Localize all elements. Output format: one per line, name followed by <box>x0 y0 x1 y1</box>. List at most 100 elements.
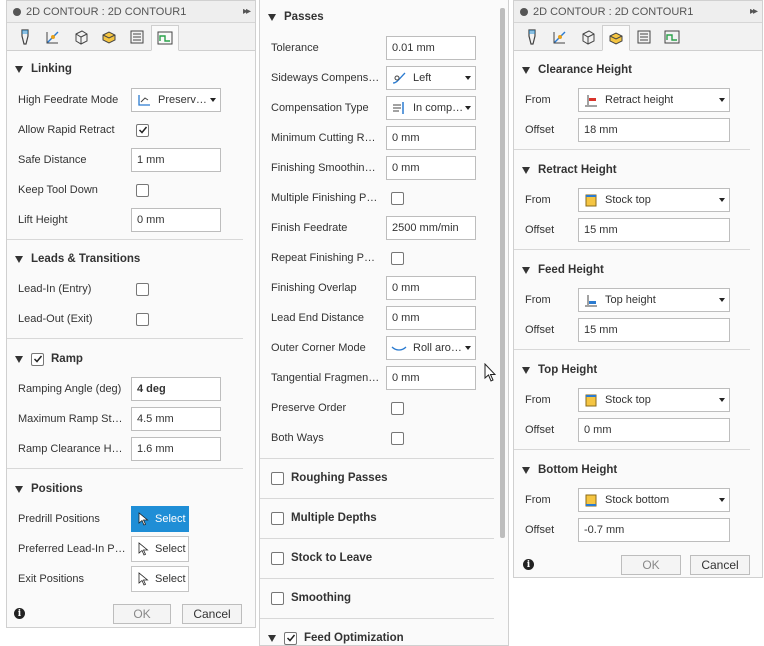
comp-type-dropdown[interactable]: In compu... <box>386 96 476 120</box>
feed-height-header[interactable]: Feed Height <box>514 258 762 282</box>
left-dialog-titlebar: 2D CONTOUR : 2D CONTOUR1 ▸▸ <box>7 1 255 23</box>
chevron-down-icon <box>719 198 725 202</box>
passes-icon <box>102 31 116 44</box>
predrill-select-button[interactable]: Select <box>131 506 189 532</box>
tab-tool[interactable] <box>518 24 546 50</box>
stock-bottom-icon <box>585 494 597 507</box>
stock-to-leave-checkbox[interactable] <box>271 551 284 565</box>
tab-passes[interactable] <box>602 25 630 51</box>
right-dialog: 2D CONTOUR : 2D CONTOUR1 ▸▸ Clearance He… <box>513 0 763 578</box>
comp-type-row: Compensation Type In compu... <box>260 93 508 123</box>
tab-tool[interactable] <box>11 24 39 50</box>
roughing-passes-header[interactable]: Roughing Passes <box>260 466 508 490</box>
retract-offset-input[interactable]: 15 mm <box>578 218 730 242</box>
exit-positions-select-button[interactable]: Select <box>131 566 189 592</box>
passes-header[interactable]: Passes <box>260 5 508 29</box>
ok-button[interactable]: OK <box>113 604 171 624</box>
smoothing-checkbox[interactable] <box>271 591 284 605</box>
safe-distance-input[interactable]: 1 mm <box>131 148 221 172</box>
high-feedrate-dropdown[interactable]: Preserve... <box>131 88 221 112</box>
section-title: Multiple Depths <box>291 512 377 524</box>
repeat-finishing-checkbox[interactable] <box>391 251 404 265</box>
tolerance-input[interactable]: 0.01 mm <box>386 36 476 60</box>
button-label: Select <box>155 513 186 525</box>
stock-top-icon <box>585 194 597 207</box>
smoothing-header[interactable]: Smoothing <box>260 586 508 610</box>
min-cutting-radius-input[interactable]: 0 mm <box>386 126 476 150</box>
ramp-clearance-row: Ramp Clearance Hei... 1.6 mm <box>7 434 255 464</box>
top-height-header[interactable]: Top Height <box>514 358 762 382</box>
max-ramp-step-input[interactable]: 4.5 mm <box>131 407 221 431</box>
heights-icon <box>75 30 88 45</box>
tangential-fragment-input[interactable]: 0 mm <box>386 366 476 390</box>
ramping-angle-input[interactable]: 4 deg <box>131 377 221 401</box>
preferred-lead-in-select-button[interactable]: Select <box>131 536 189 562</box>
keep-tool-down-checkbox[interactable] <box>136 183 149 197</box>
dropdown-value: Stock top <box>605 194 651 206</box>
finishing-overlap-input[interactable]: 0 mm <box>386 276 476 300</box>
lift-height-input[interactable]: 0 mm <box>131 208 221 232</box>
expand-icon[interactable]: ▸▸ <box>243 6 251 17</box>
dropdown-value: In compu... <box>413 102 465 114</box>
linking-header[interactable]: Linking <box>7 57 255 81</box>
info-icon[interactable]: i <box>14 608 25 619</box>
tab-linking-list[interactable] <box>123 24 151 50</box>
clearance-from-row: From Retract height <box>514 85 762 115</box>
feed-optimization-header[interactable]: Feed Optimization <box>260 626 508 645</box>
tab-passes[interactable] <box>95 24 123 50</box>
tab-heights[interactable] <box>67 24 95 50</box>
bottom-height-header[interactable]: Bottom Height <box>514 458 762 482</box>
tab-linking[interactable] <box>658 24 686 50</box>
info-icon[interactable]: i <box>523 559 534 570</box>
stock-to-leave-header[interactable]: Stock to Leave <box>260 546 508 570</box>
tab-heights[interactable] <box>574 24 602 50</box>
lead-end-distance-input[interactable]: 0 mm <box>386 306 476 330</box>
sideways-comp-dropdown[interactable]: Left <box>386 66 476 90</box>
ramp-clearance-input[interactable]: 1.6 mm <box>131 437 221 461</box>
cancel-button[interactable]: Cancel <box>690 555 750 575</box>
retract-height-header[interactable]: Retract Height <box>514 158 762 182</box>
both-ways-checkbox[interactable] <box>391 431 404 445</box>
collapse-triangle-icon <box>522 466 530 474</box>
clearance-from-dropdown[interactable]: Retract height <box>578 88 730 112</box>
multiple-finishing-checkbox[interactable] <box>391 191 404 205</box>
roughing-passes-checkbox[interactable] <box>271 471 284 485</box>
field-label: Tolerance <box>271 42 319 54</box>
tab-linking[interactable] <box>151 25 179 51</box>
feed-optimization-checkbox[interactable] <box>284 631 297 645</box>
bottom-from-dropdown[interactable]: Stock bottom <box>578 488 730 512</box>
multiple-depths-header[interactable]: Multiple Depths <box>260 506 508 530</box>
clearance-height-header[interactable]: Clearance Height <box>514 58 762 82</box>
allow-rapid-retract-checkbox[interactable] <box>136 123 149 137</box>
collapse-triangle-icon <box>268 13 276 21</box>
clearance-offset-input[interactable]: 18 mm <box>578 118 730 142</box>
collapse-triangle-icon <box>268 634 276 642</box>
expand-icon[interactable]: ▸▸ <box>750 6 758 17</box>
cancel-button[interactable]: Cancel <box>182 604 242 624</box>
outer-corner-mode-dropdown[interactable]: Roll arou... <box>386 336 476 360</box>
button-label: Select <box>155 573 186 585</box>
lead-in-checkbox[interactable] <box>136 282 149 296</box>
top-from-dropdown[interactable]: Stock top <box>578 388 730 412</box>
finish-feedrate-input[interactable]: 2500 mm/min <box>386 216 476 240</box>
finishing-smoothing-input[interactable]: 0 mm <box>386 156 476 180</box>
tab-geometry[interactable] <box>546 24 574 50</box>
vertical-scrollbar[interactable] <box>500 8 505 538</box>
ramp-checkbox[interactable] <box>31 352 44 366</box>
tab-geometry[interactable] <box>39 24 67 50</box>
ramp-header[interactable]: Ramp <box>7 347 255 371</box>
positions-header[interactable]: Positions <box>7 477 255 501</box>
top-offset-input[interactable]: 0 mm <box>578 418 730 442</box>
feed-from-dropdown[interactable]: Top height <box>578 288 730 312</box>
bottom-height-section: Bottom Height <box>514 458 762 482</box>
bottom-offset-input[interactable]: -0.7 mm <box>578 518 730 542</box>
ok-button[interactable]: OK <box>621 555 681 575</box>
lead-out-checkbox[interactable] <box>136 312 149 326</box>
feed-offset-input[interactable]: 15 mm <box>578 318 730 342</box>
tangential-fragment-row: Tangential Fragment ... 0 mm <box>260 363 508 393</box>
leads-header[interactable]: Leads & Transitions <box>7 247 255 271</box>
multiple-depths-checkbox[interactable] <box>271 511 284 525</box>
tab-linking-list[interactable] <box>630 24 658 50</box>
retract-from-dropdown[interactable]: Stock top <box>578 188 730 212</box>
preserve-order-checkbox[interactable] <box>391 401 404 415</box>
